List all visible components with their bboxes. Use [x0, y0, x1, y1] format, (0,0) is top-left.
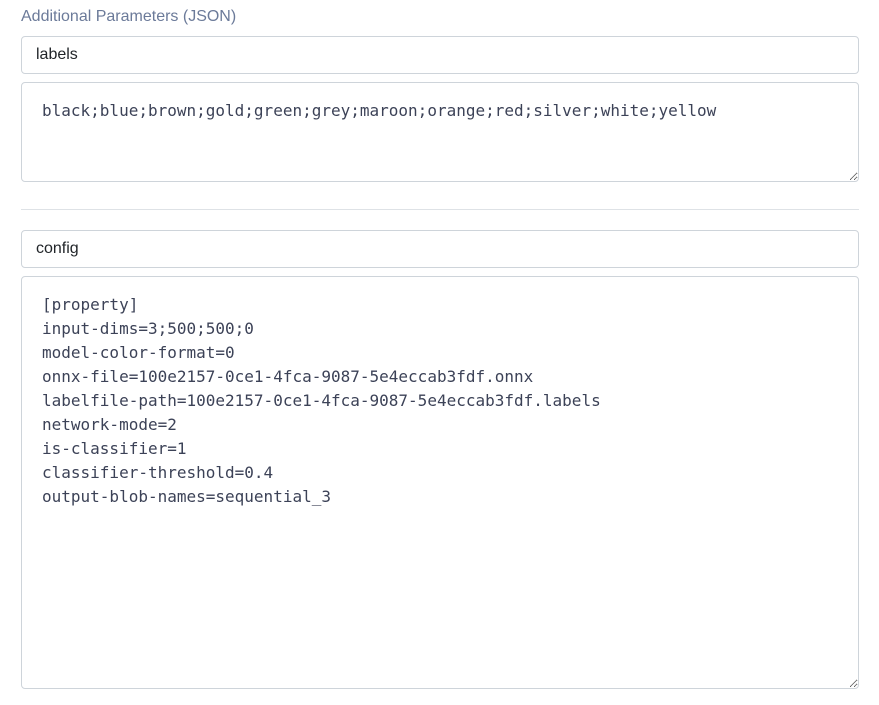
additional-parameters-title: Additional Parameters (JSON) — [21, 8, 237, 25]
param-divider — [21, 209, 859, 210]
param-value-textarea-labels[interactable]: black;blue;brown;gold;green;grey;maroon;… — [21, 82, 859, 182]
param-key-input-config[interactable] — [21, 230, 859, 268]
param-value-textarea-config[interactable]: [property] input-dims=3;500;500;0 model-… — [21, 276, 859, 689]
param-key-input-labels[interactable] — [21, 36, 859, 74]
